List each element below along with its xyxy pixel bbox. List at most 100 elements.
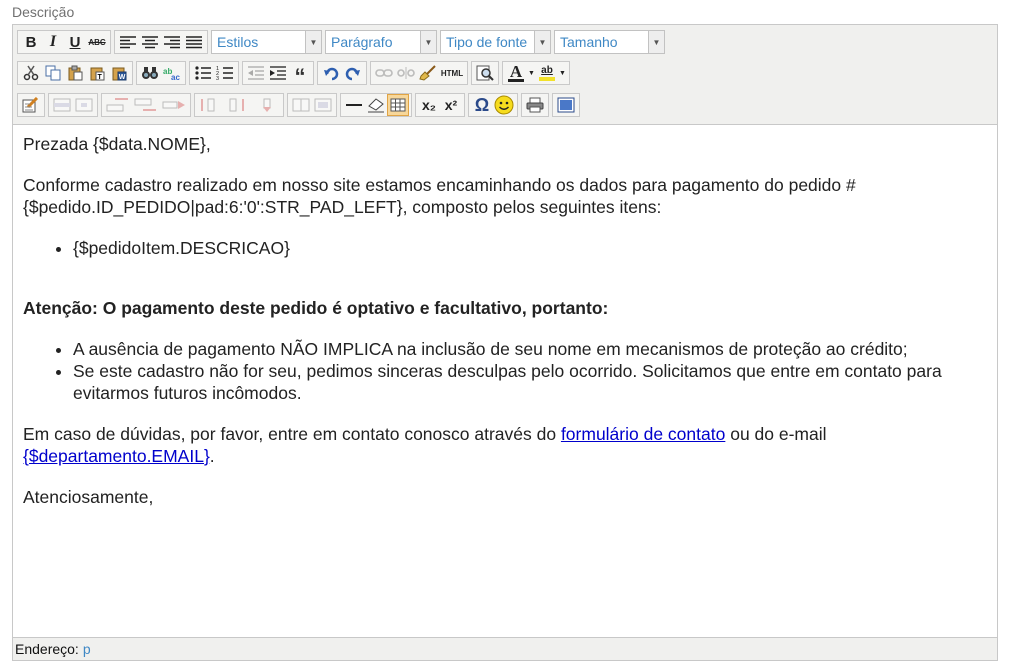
format-select[interactable]: Parágrafo ▼ (325, 30, 437, 54)
fullscreen-icon[interactable] (555, 94, 577, 116)
toolbar-row-1: B I U ABC Estilos ▼ Parágrafo ▼ Tipo de … (17, 29, 668, 55)
link-group: HTML (370, 61, 468, 85)
font-family-select-value: Tipo de fonte (446, 34, 528, 50)
paste-text-icon[interactable]: T (86, 62, 108, 84)
insert-row-before-icon[interactable] (104, 94, 132, 116)
merge-cells-icon[interactable] (312, 94, 334, 116)
horizontal-rule-icon[interactable] (343, 94, 365, 116)
redo-icon[interactable] (342, 62, 364, 84)
contact-form-link[interactable]: formulário de contato (561, 424, 725, 444)
row-ops-group (101, 93, 191, 117)
misc-group (340, 93, 412, 117)
insert-col-after-icon[interactable] (225, 94, 253, 116)
copy-icon[interactable] (42, 62, 64, 84)
html-button[interactable]: HTML (439, 62, 465, 84)
font-size-select-value: Tamanho (560, 34, 618, 50)
broom-icon[interactable] (417, 62, 439, 84)
indent-icon[interactable] (267, 62, 289, 84)
chevron-down-icon: ▼ (648, 31, 664, 53)
strikethrough-button[interactable]: ABC (86, 31, 108, 53)
insert-row-after-icon[interactable] (132, 94, 160, 116)
numbered-list-icon[interactable]: 123 (214, 62, 236, 84)
editor-content[interactable]: Prezada {$data.NOME}, Conforme cadastro … (13, 125, 997, 637)
contact-text-after: . (209, 446, 215, 466)
delete-row-icon[interactable] (160, 94, 188, 116)
color-group: A ▼ ab ▼ (502, 61, 570, 85)
highlight-button[interactable]: ab (536, 62, 558, 84)
table-grid-icon[interactable] (387, 94, 409, 116)
font-family-select[interactable]: Tipo de fonte ▼ (440, 30, 551, 54)
special-char-button[interactable]: Ω (471, 94, 493, 116)
field-label: Descrição (12, 4, 75, 20)
greeting-paragraph: Prezada {$data.NOME}, (23, 134, 211, 154)
unlink-icon[interactable] (395, 62, 417, 84)
chevron-down-icon[interactable]: ▼ (527, 62, 536, 84)
italic-button[interactable]: I (42, 31, 64, 53)
edit-icon[interactable] (20, 94, 42, 116)
underline-button[interactable]: U (64, 31, 86, 53)
superscript-button[interactable]: x² (440, 94, 462, 116)
delete-col-icon[interactable] (253, 94, 281, 116)
paste-icon[interactable] (64, 62, 86, 84)
split-cells-icon[interactable] (290, 94, 312, 116)
undo-icon[interactable] (320, 62, 342, 84)
smiley-icon[interactable] (493, 94, 515, 116)
list-item: {$pedidoItem.DESCRICAO} (73, 237, 987, 259)
table-cell-props-icon[interactable] (73, 94, 95, 116)
merge-group (287, 93, 337, 117)
contact-email-link[interactable]: {$departamento.EMAIL} (23, 446, 210, 466)
print-icon[interactable] (524, 94, 546, 116)
binoculars-icon[interactable] (139, 62, 161, 84)
editor-toolbar: B I U ABC Estilos ▼ Parágrafo ▼ Tipo de … (13, 25, 997, 125)
align-justify-icon[interactable] (183, 31, 205, 53)
insert-col-before-icon[interactable] (197, 94, 225, 116)
subscript-button[interactable]: x₂ (418, 94, 440, 116)
table-group (48, 93, 98, 117)
notes-list: A ausência de pagamento NÃO IMPLICA na i… (23, 338, 987, 404)
print-group (521, 93, 549, 117)
format-group: B I U ABC (17, 30, 111, 54)
chevron-down-icon: ▼ (420, 31, 436, 53)
format-select-value: Parágrafo (331, 34, 393, 50)
col-ops-group (194, 93, 284, 117)
indent-group: “ (242, 61, 314, 89)
items-list: {$pedidoItem.DESCRICAO} (23, 237, 987, 259)
preview-group (471, 61, 499, 85)
contact-text-middle: ou do e-mail (725, 424, 827, 444)
align-group (114, 30, 208, 54)
font-size-select[interactable]: Tamanho ▼ (554, 30, 665, 54)
list-item: A ausência de pagamento NÃO IMPLICA na i… (73, 338, 987, 360)
preview-icon[interactable] (474, 62, 496, 84)
blockquote-button[interactable]: “ (289, 62, 311, 89)
align-left-icon[interactable] (117, 31, 139, 53)
statusbar-path[interactable]: p (83, 641, 91, 657)
fullscreen-group (552, 93, 580, 117)
styles-select[interactable]: Estilos ▼ (211, 30, 322, 54)
highlight-label: ab (541, 65, 553, 76)
table-row-props-icon[interactable] (51, 94, 73, 116)
paste-word-icon[interactable]: W (108, 62, 130, 84)
eraser-icon[interactable] (365, 94, 387, 116)
styles-select-value: Estilos (217, 34, 259, 50)
scissors-icon[interactable] (20, 62, 42, 84)
link-icon[interactable] (373, 62, 395, 84)
svg-text:W: W (119, 74, 126, 81)
align-right-icon[interactable] (161, 31, 183, 53)
replace-icon[interactable]: ab ac (161, 62, 183, 84)
statusbar-label: Endereço: (15, 641, 79, 657)
bold-button[interactable]: B (20, 31, 42, 53)
rich-text-editor: B I U ABC Estilos ▼ Parágrafo ▼ Tipo de … (12, 24, 998, 661)
chevron-down-icon: ▼ (305, 31, 321, 53)
svg-text:3: 3 (216, 76, 219, 81)
chevron-down-icon[interactable]: ▼ (558, 62, 567, 84)
align-center-icon[interactable] (139, 31, 161, 53)
outdent-icon[interactable] (245, 62, 267, 84)
chevron-down-icon: ▼ (534, 31, 550, 53)
clipboard-group: T W (17, 61, 133, 85)
attention-paragraph: Atenção: O pagamento deste pedido é opta… (23, 298, 609, 318)
editor-statusbar: Endereço: p (13, 637, 997, 660)
bullet-list-icon[interactable] (192, 62, 214, 84)
font-color-button[interactable]: A (505, 62, 527, 84)
toolbar-row-2: T W ab ac 123 “ HTML A ▼ ab ▼ (17, 60, 573, 89)
